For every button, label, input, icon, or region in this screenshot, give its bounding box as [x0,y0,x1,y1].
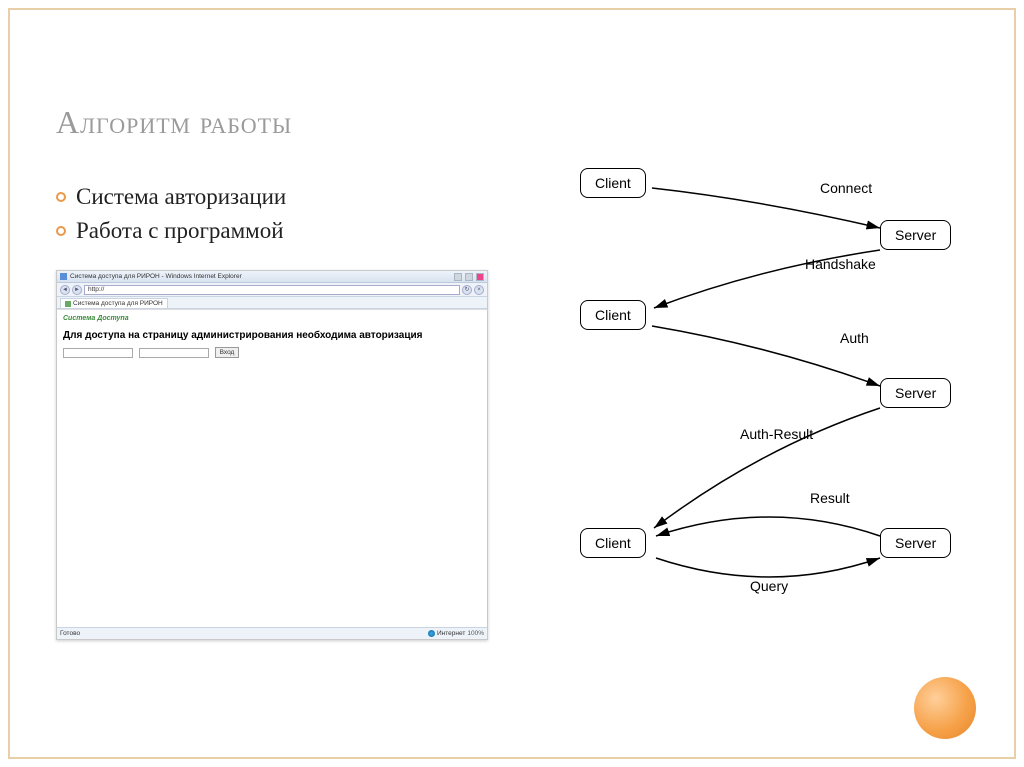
stop-button[interactable]: × [474,285,484,295]
bullet-item: Работа с программой [56,218,286,244]
back-button[interactable]: ◄ [60,285,70,295]
edge-query: Query [750,578,788,594]
browser-content: Система Доступа Для доступа на страницу … [57,309,487,627]
minimize-button[interactable] [454,273,462,281]
address-bar-row: ◄ ► http:// ↻ × [57,283,487,297]
window-title: Система доступа для РИРОН - Windows Inte… [70,273,451,280]
bullet-icon [56,226,66,236]
node-server-1: Server [880,220,951,250]
edge-auth: Auth [840,330,869,346]
sequence-diagram: Client Server Client Server Client Serve… [560,158,990,618]
login-button-label: Вход [220,349,235,356]
browser-statusbar: Готово Интернет 100% [57,627,487,639]
edge-handshake: Handshake [805,256,876,272]
browser-screenshot: Система доступа для РИРОН - Windows Inte… [56,270,488,640]
edge-auth-result: Auth-Result [740,426,813,442]
node-server-2: Server [880,378,951,408]
node-server-3: Server [880,528,951,558]
page-header: Система Доступа [59,312,485,325]
node-client-1: Client [580,168,646,198]
browser-titlebar: Система доступа для РИРОН - Windows Inte… [57,271,487,283]
auth-message: Для доступа на страницу администрировани… [59,325,485,345]
window-favicon-icon [60,273,67,280]
bullet-item: Система авторизации [56,184,286,210]
password-input[interactable] [139,348,209,358]
node-client-2: Client [580,300,646,330]
edge-connect: Connect [820,180,872,196]
refresh-button[interactable]: ↻ [462,285,472,295]
status-mode: Интернет [437,630,465,637]
url-input[interactable]: http:// [84,285,460,295]
close-button[interactable] [476,273,484,281]
accent-circle-icon [914,677,976,739]
bullet-list: Система авторизации Работа с программой [56,184,286,252]
zoom-level: 100% [467,630,484,637]
username-input[interactable] [63,348,133,358]
slide-title: Алгоритм работы [56,104,292,141]
login-form: Вход [59,345,485,360]
edge-result: Result [810,490,850,506]
url-text: http:// [88,286,104,293]
status-done: Готово [60,630,80,637]
tab-label: Система доступа для РИРОН [73,300,163,307]
login-button[interactable]: Вход [215,347,239,358]
maximize-button[interactable] [465,273,473,281]
tab-favicon-icon [65,301,71,307]
forward-button[interactable]: ► [72,285,82,295]
status-right: Интернет 100% [428,630,484,637]
tab-strip: Система доступа для РИРОН [57,297,487,309]
node-client-3: Client [580,528,646,558]
bullet-text: Работа с программой [76,218,284,244]
browser-tab[interactable]: Система доступа для РИРОН [60,298,168,308]
internet-icon [428,630,435,637]
bullet-text: Система авторизации [76,184,286,210]
bullet-icon [56,192,66,202]
